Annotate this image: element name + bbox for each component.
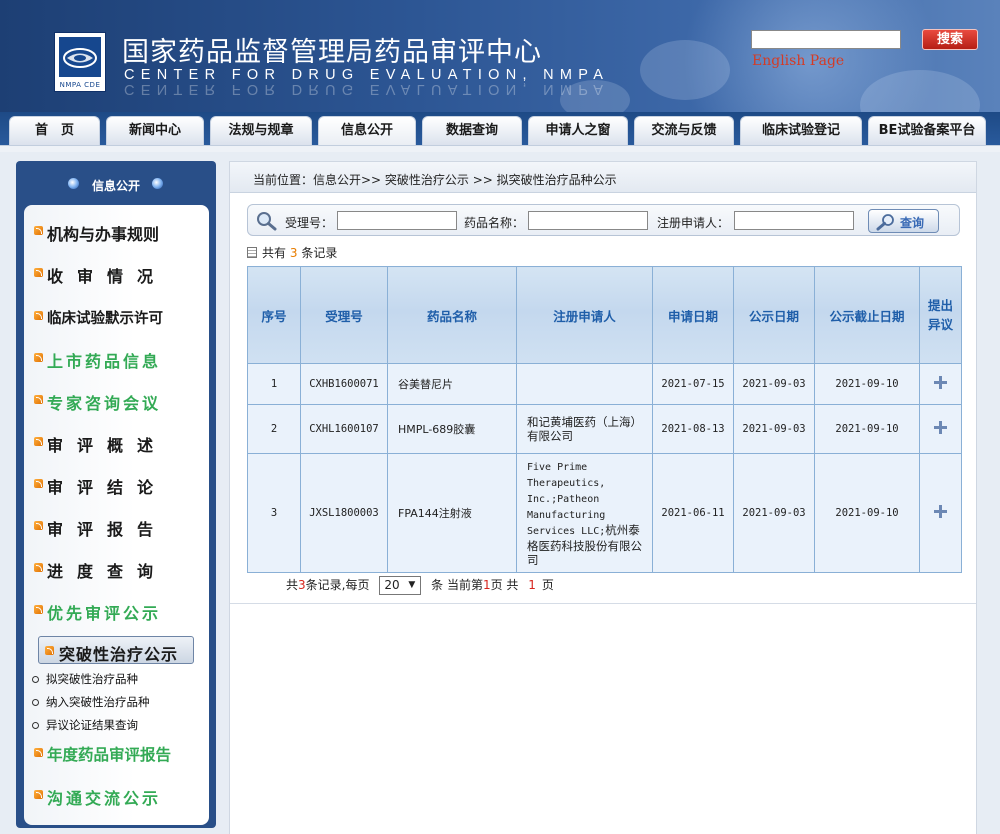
sidebar-item-institution-rules[interactable]: 机构与办事规则 [24,215,209,245]
sidebar-item-progress-query[interactable]: 进度查询 [24,552,209,582]
site-search-button[interactable]: 搜索 [922,29,978,50]
rss-icon [34,226,43,235]
per-page-select[interactable]: 20 ▼ [379,576,422,595]
site-search-input[interactable] [751,30,901,49]
acceptance-no-input[interactable] [337,211,457,230]
sidebar-item-breakthrough-therapy[interactable]: 突破性治疗公示 [38,636,194,664]
rss-icon [34,605,43,614]
col-header-publish-date: 公示日期 [733,266,815,364]
tab-data-query[interactable]: 数据查询 [422,116,522,145]
sidebar-item-expert-meeting[interactable]: 专家咨询会议 [24,384,209,414]
left-sidebar: 信息公开 机构与办事规则 收审情况 临床试验默示许可 上市药品信息 专家咨询会议… [16,161,216,828]
results-table: 序号 受理号 药品名称 注册申请人 申请日期 公示日期 公示截止日期 提出异议 … [247,266,962,573]
rss-icon [34,311,43,320]
plus-icon[interactable] [934,376,947,389]
sidebar-item-review-report[interactable]: 审评报告 [24,510,209,540]
sidebar-item-review-overview[interactable]: 审评概述 [24,426,209,456]
col-header-apply-date: 申请日期 [652,266,734,364]
tab-info-disclosure[interactable]: 信息公开 [318,116,416,145]
sidebar-menu: 机构与办事规则 收审情况 临床试验默示许可 上市药品信息 专家咨询会议 审评概述… [24,205,209,825]
breadcrumb: 当前位置：信息公开>> 突破性治疗公示 >> 拟突破性治疗品种公示 [230,162,976,193]
plus-icon[interactable] [934,505,947,518]
tab-news[interactable]: 新闻中心 [106,116,204,145]
tab-applicant-window[interactable]: 申请人之窗 [528,116,628,145]
sidebar-subitem-objection-results[interactable]: 异议论证结果查询 [32,717,138,733]
logo-emblem-icon [59,37,101,77]
col-header-objection: 提出异议 [919,266,962,364]
sidebar-item-clinical-trial-permit[interactable]: 临床试验默示许可 [24,300,209,330]
table-row: 1 CXHB1600071 谷美替尼片 2021-07-15 2021-09-0… [247,363,962,405]
sidebar-item-marketed-drug-info[interactable]: 上市药品信息 [24,342,209,372]
sidebar-heading: 信息公开 [16,161,216,203]
main-content: 当前位置：信息公开>> 突破性治疗公示 >> 拟突破性治疗品种公示 受理号： 药… [229,161,977,834]
tab-regulations[interactable]: 法规与规章 [210,116,312,145]
sidebar-item-annual-report[interactable]: 年度药品审评报告 [24,737,209,767]
rss-icon [34,395,43,404]
table-row: 2 CXHL1600107 HMPL-689胶囊 和记黄埔医药（上海）有限公司 … [247,404,962,454]
pagination: 共3条记录,每页 20 ▼ 条 当前第1页 共 1页 [286,576,554,595]
site-title: 国家药品监督管理局药品审评中心 [122,37,542,68]
bullet-icon [152,178,163,189]
sidebar-item-communication[interactable]: 沟通交流公示 [24,779,209,809]
applicant-label: 注册申请人： [657,216,730,230]
record-count: 共有 3 条记录 [247,244,337,261]
document-icon [247,247,257,258]
breadcrumb-text: 当前位置：信息公开>> 突破性治疗公示 >> 拟突破性治疗品种公示 [253,173,617,187]
plus-icon[interactable] [934,421,947,434]
tab-home[interactable]: 首 页 [9,116,100,145]
col-header-acceptance: 受理号 [300,266,388,364]
content-footer-area [230,603,976,834]
logo-text: NMPA CDE [59,81,101,89]
rss-icon [45,646,54,655]
sidebar-item-review-conclusion[interactable]: 审评结论 [24,468,209,498]
query-form: 受理号： 药品名称： 注册申请人： 查询 [247,204,960,236]
main-nav: 首 页 新闻中心 法规与规章 信息公开 数据查询 申请人之窗 交流与反馈 临床试… [0,112,1000,145]
tab-feedback[interactable]: 交流与反馈 [634,116,734,145]
tab-be-filing[interactable]: BE试验备案平台 [868,116,986,145]
rss-icon [34,790,43,799]
query-button[interactable]: 查询 [868,209,939,233]
sidebar-heading-label: 信息公开 [91,179,140,193]
site-header: NMPA CDE 国家药品监督管理局药品审评中心 CENTER FOR DRUG… [0,0,1000,112]
rss-icon [34,437,43,446]
col-header-no: 序号 [247,266,301,364]
rss-icon [34,268,43,277]
acceptance-no-label: 受理号： [285,216,334,230]
col-header-drug: 药品名称 [387,266,517,364]
col-header-deadline: 公示截止日期 [814,266,920,364]
magnifier-icon [256,211,278,234]
site-subtitle-reflection: CENTER FOR DRUG EVALUATION, NMPA [124,81,610,97]
rss-icon [34,563,43,572]
tab-clinical-trial-registration[interactable]: 临床试验登记 [740,116,862,145]
applicant-input[interactable] [734,211,854,230]
sidebar-item-priority-review[interactable]: 优先审评公示 [24,594,209,624]
nmpa-logo[interactable]: NMPA CDE [54,32,106,92]
chevron-down-icon: ▼ [408,580,416,590]
sidebar-subitem-proposed-breakthrough[interactable]: 拟突破性治疗品种 [32,671,138,687]
drug-name-input[interactable] [528,211,648,230]
drug-name-label: 药品名称： [464,216,525,230]
sidebar-item-acceptance-status[interactable]: 收审情况 [24,257,209,287]
sidebar-subitem-included-breakthrough[interactable]: 纳入突破性治疗品种 [32,694,150,710]
rss-icon [34,479,43,488]
rss-icon [34,353,43,362]
table-row: 3 JXSL1800003 FPA144注射液 Five Prime Thera… [247,453,962,573]
english-page-link[interactable]: English Page [752,53,844,69]
col-header-applicant: 注册申请人 [516,266,653,364]
table-header-row: 序号 受理号 药品名称 注册申请人 申请日期 公示日期 公示截止日期 提出异议 [247,266,962,364]
rss-icon [34,748,43,757]
rss-icon [34,521,43,530]
query-magnifier-icon [876,213,896,234]
